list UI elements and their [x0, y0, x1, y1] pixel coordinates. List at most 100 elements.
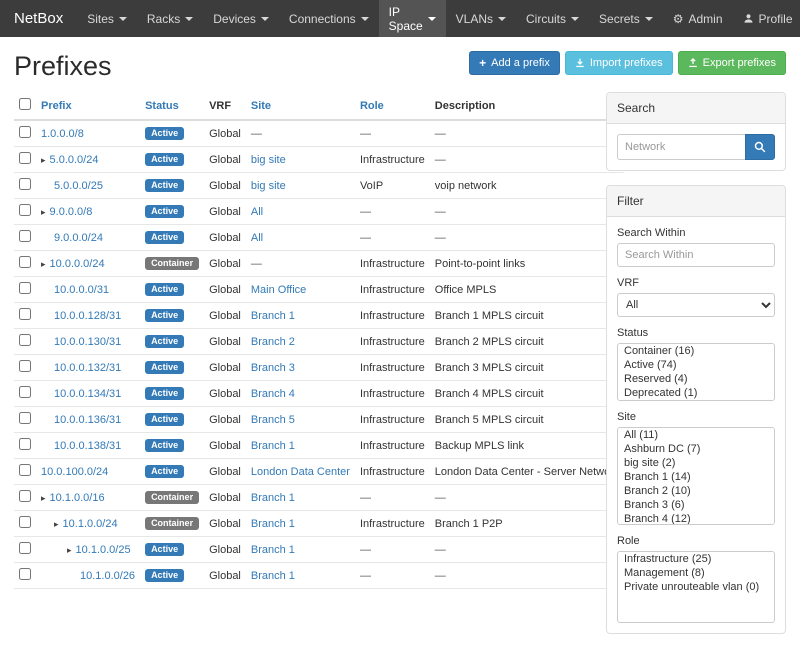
import-prefixes-button[interactable]: Import prefixes	[565, 51, 673, 75]
row-checkbox[interactable]	[19, 256, 31, 268]
site-link[interactable]: Branch 1	[251, 518, 295, 530]
prefix-link[interactable]: 10.0.0.136/31	[54, 414, 121, 426]
status-option[interactable]: Reserved (4)	[618, 372, 774, 386]
role-listbox[interactable]: Infrastructure (25)Management (8)Private…	[617, 551, 775, 623]
site-option[interactable]: big site (2)	[618, 456, 774, 470]
prefix-link[interactable]: 5.0.0.0/24	[50, 154, 99, 166]
add-prefix-button[interactable]: +Add a prefix	[469, 51, 560, 75]
status-badge: Active	[145, 465, 184, 479]
column-sort-link[interactable]: Role	[360, 100, 384, 112]
site-link[interactable]: Branch 2	[251, 336, 295, 348]
nav-item-connections[interactable]: Connections	[279, 0, 379, 37]
nav-item-sites[interactable]: Sites	[77, 0, 137, 37]
prefix-link[interactable]: 10.0.0.0/24	[50, 258, 105, 270]
site-option[interactable]: Branch 3 (6)	[618, 498, 774, 512]
prefix-link[interactable]: 10.1.0.0/16	[50, 492, 105, 504]
row-checkbox[interactable]	[19, 204, 31, 216]
nav-item-label: Circuits	[526, 12, 566, 26]
row-checkbox[interactable]	[19, 282, 31, 294]
row-checkbox[interactable]	[19, 360, 31, 372]
site-link[interactable]: All	[251, 232, 263, 244]
status-option[interactable]: Deprecated (1)	[618, 386, 774, 400]
description-value: —	[430, 563, 625, 589]
prefix-link[interactable]: 10.0.0.132/31	[54, 362, 121, 374]
prefix-link[interactable]: 10.0.0.130/31	[54, 336, 121, 348]
site-link[interactable]: big site	[251, 180, 286, 192]
prefix-link[interactable]: 9.0.0.0/8	[50, 206, 93, 218]
site-option[interactable]: Branch 4 (12)	[618, 512, 774, 525]
row-checkbox[interactable]	[19, 438, 31, 450]
column-sort-link[interactable]: Site	[251, 100, 271, 112]
site-link[interactable]: Branch 1	[251, 492, 295, 504]
search-input[interactable]	[617, 134, 745, 160]
site-option[interactable]: All (11)	[618, 428, 774, 442]
prefix-link[interactable]: 1.0.0.0/8	[41, 128, 84, 140]
search-within-input[interactable]	[617, 243, 775, 267]
role-option[interactable]: Private unrouteable vlan (0)	[618, 580, 774, 594]
nav-item-secrets[interactable]: Secrets	[589, 0, 663, 37]
select-all-checkbox[interactable]	[19, 98, 31, 110]
description-value: Branch 4 MPLS circuit	[430, 381, 625, 407]
role-value: Infrastructure	[355, 511, 430, 537]
status-option[interactable]: Container (16)	[618, 344, 774, 358]
nav-item-vlans[interactable]: VLANs	[446, 0, 516, 37]
export-prefixes-button[interactable]: Export prefixes	[678, 51, 786, 75]
row-checkbox[interactable]	[19, 516, 31, 528]
row-checkbox[interactable]	[19, 386, 31, 398]
prefix-link[interactable]: 9.0.0.0/24	[54, 232, 103, 244]
site-link[interactable]: Branch 3	[251, 362, 295, 374]
prefix-link[interactable]: 10.1.0.0/26	[80, 570, 135, 582]
site-link[interactable]: Branch 1	[251, 440, 295, 452]
site-option[interactable]: Branch 1 (14)	[618, 470, 774, 484]
prefix-link[interactable]: 10.1.0.0/24	[63, 518, 118, 530]
row-checkbox[interactable]	[19, 542, 31, 554]
site-link[interactable]: big site	[251, 154, 286, 166]
column-sort-link[interactable]: Status	[145, 100, 179, 112]
row-checkbox[interactable]	[19, 178, 31, 190]
site-option[interactable]: Ashburn DC (7)	[618, 442, 774, 456]
prefix-link[interactable]: 10.0.100.0/24	[41, 466, 108, 478]
site-link[interactable]: Branch 4	[251, 388, 295, 400]
row-checkbox[interactable]	[19, 334, 31, 346]
row-checkbox[interactable]	[19, 308, 31, 320]
vrf-select[interactable]: All	[617, 293, 775, 317]
role-option[interactable]: Management (8)	[618, 566, 774, 580]
nav-item-circuits[interactable]: Circuits	[516, 0, 589, 37]
site-link[interactable]: London Data Center	[251, 466, 350, 478]
status-badge: Container	[145, 257, 199, 271]
row-checkbox[interactable]	[19, 464, 31, 476]
nav-item-profile[interactable]: Profile	[733, 0, 800, 37]
prefix-link[interactable]: 10.0.0.134/31	[54, 388, 121, 400]
chevron-down-icon	[498, 17, 506, 21]
row-checkbox[interactable]	[19, 490, 31, 502]
status-listbox[interactable]: Container (16)Active (74)Reserved (4)Dep…	[617, 343, 775, 401]
site-link[interactable]: Branch 1	[251, 310, 295, 322]
prefix-link[interactable]: 10.0.0.128/31	[54, 310, 121, 322]
nav-item-admin[interactable]: ⚙Admin	[663, 0, 733, 37]
site-option[interactable]: Branch 2 (10)	[618, 484, 774, 498]
brand-logo[interactable]: NetBox	[0, 0, 77, 37]
prefix-link[interactable]: 5.0.0.0/25	[54, 180, 103, 192]
status-option[interactable]: Active (74)	[618, 358, 774, 372]
role-option[interactable]: Infrastructure (25)	[618, 552, 774, 566]
prefix-link[interactable]: 10.1.0.0/25	[76, 544, 131, 556]
row-checkbox[interactable]	[19, 568, 31, 580]
site-link[interactable]: All	[251, 206, 263, 218]
site-link[interactable]: Main Office	[251, 284, 306, 296]
site-link[interactable]: Branch 5	[251, 414, 295, 426]
site-link[interactable]: Branch 1	[251, 544, 295, 556]
column-sort-link[interactable]: Prefix	[41, 100, 72, 112]
row-checkbox[interactable]	[19, 152, 31, 164]
nav-item-devices[interactable]: Devices	[203, 0, 279, 37]
prefix-link[interactable]: 10.0.0.138/31	[54, 440, 121, 452]
site-cell: Branch 4	[246, 381, 355, 407]
site-link[interactable]: Branch 1	[251, 570, 295, 582]
row-checkbox[interactable]	[19, 412, 31, 424]
row-checkbox[interactable]	[19, 126, 31, 138]
row-checkbox[interactable]	[19, 230, 31, 242]
nav-item-racks[interactable]: Racks	[137, 0, 203, 37]
prefix-link[interactable]: 10.0.0.0/31	[54, 284, 109, 296]
nav-item-ip-space[interactable]: IP Space	[379, 0, 446, 37]
search-button[interactable]	[745, 134, 775, 160]
site-listbox[interactable]: All (11)Ashburn DC (7)big site (2)Branch…	[617, 427, 775, 525]
